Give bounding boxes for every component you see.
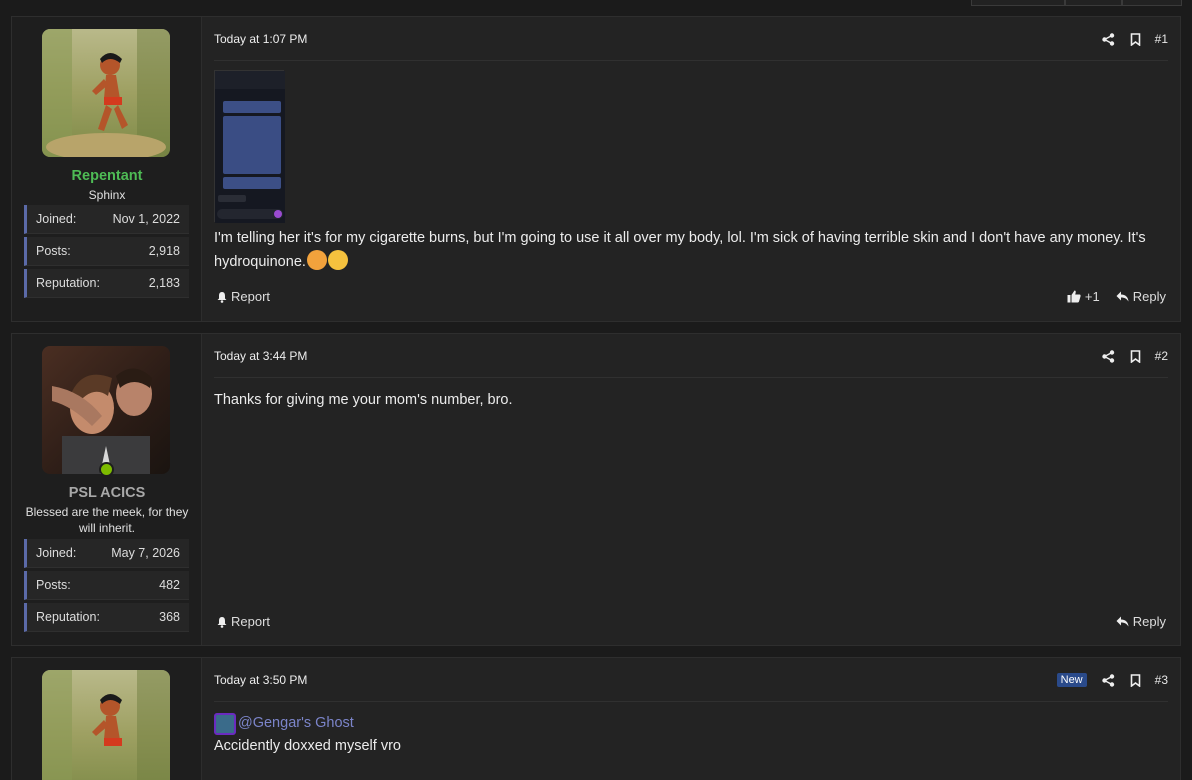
reply-label: Reply bbox=[1132, 289, 1166, 304]
toolbar-button[interactable] bbox=[1122, 0, 1182, 6]
post-date[interactable]: Today at 3:50 PM bbox=[214, 673, 307, 687]
post-user-panel bbox=[12, 658, 202, 780]
post-text: Thanks for giving me your mom's number, … bbox=[214, 392, 513, 408]
avatar[interactable] bbox=[42, 346, 170, 474]
reply-button[interactable]: Reply bbox=[1116, 614, 1166, 629]
divider bbox=[214, 377, 1168, 378]
post-actions: +1 Reply bbox=[1067, 289, 1166, 304]
user-stat-joined: Joined: Nov 1, 2022 bbox=[24, 205, 189, 234]
report-label: Report bbox=[231, 289, 271, 304]
toolbar-button[interactable] bbox=[1065, 0, 1122, 6]
thumbs-up-icon bbox=[1067, 290, 1081, 303]
report-label: Report bbox=[231, 614, 271, 629]
bookmark-icon[interactable] bbox=[1128, 349, 1143, 364]
attachment-thumbnail[interactable] bbox=[214, 70, 285, 223]
post-body: @Gengar's Ghost Accidently doxxed myself… bbox=[214, 712, 1168, 758]
post-tools: #1 bbox=[1101, 30, 1168, 48]
phone-screenshot-image bbox=[215, 71, 285, 223]
stat-value[interactable]: 482 bbox=[159, 578, 180, 592]
avatar[interactable] bbox=[42, 670, 170, 780]
like-button[interactable]: +1 bbox=[1067, 289, 1100, 304]
top-toolbar-strip bbox=[0, 0, 1192, 6]
user-title: Sphinx bbox=[88, 188, 126, 202]
stat-label: Posts: bbox=[36, 578, 71, 592]
post-body: I'm telling her it's for my cigarette bu… bbox=[214, 227, 1168, 274]
post-main: Today at 3:50 PM New #3 @Gengar's Ghost … bbox=[202, 658, 1180, 780]
divider bbox=[214, 60, 1168, 61]
post-text: Accidently doxxed myself vro bbox=[214, 738, 401, 754]
reply-button[interactable]: Reply bbox=[1116, 289, 1166, 304]
report-button[interactable]: Report bbox=[216, 614, 270, 629]
stat-label: Joined: bbox=[36, 212, 77, 226]
share-icon[interactable] bbox=[1101, 32, 1116, 47]
post-body: Thanks for giving me your mom's number, … bbox=[214, 389, 1168, 412]
stat-value: May 7, 2026 bbox=[111, 546, 180, 560]
post-number-link[interactable]: #1 bbox=[1155, 32, 1168, 46]
avatar[interactable] bbox=[42, 29, 170, 157]
post-user-panel: PSL ACICS Blessed are the meek, for they… bbox=[12, 334, 202, 645]
post-date[interactable]: Today at 1:07 PM bbox=[214, 32, 307, 46]
stat-label: Joined: bbox=[36, 546, 77, 560]
stat-value: 368 bbox=[159, 610, 180, 624]
toolbar-button[interactable] bbox=[971, 0, 1065, 6]
post-2: PSL ACICS Blessed are the meek, for they… bbox=[11, 333, 1181, 646]
stat-label: Reputation: bbox=[36, 610, 100, 624]
avatar-image-movie-still bbox=[42, 346, 170, 474]
stat-label: Posts: bbox=[36, 244, 71, 258]
post-3: Today at 3:50 PM New #3 @Gengar's Ghost … bbox=[11, 657, 1181, 780]
reaction-count[interactable]: +1 bbox=[1085, 289, 1100, 304]
user-stat-posts: Posts: 2,918 bbox=[24, 237, 189, 266]
post-main: Today at 3:44 PM #2 Thanks for giving me… bbox=[202, 334, 1180, 645]
username[interactable]: Repentant bbox=[12, 168, 202, 184]
divider bbox=[214, 701, 1168, 702]
user-mention[interactable]: @Gengar's Ghost bbox=[214, 712, 1168, 735]
stat-value: 2,183 bbox=[148, 276, 180, 290]
avatar-image-jungle-boy bbox=[42, 29, 170, 157]
new-badge: New bbox=[1056, 673, 1087, 687]
user-stat-joined: Joined: May 7, 2026 bbox=[24, 539, 189, 568]
post-tools: New #3 bbox=[1056, 671, 1168, 689]
bookmark-icon[interactable] bbox=[1128, 32, 1143, 47]
stat-value: Nov 1, 2022 bbox=[112, 212, 180, 226]
post-number-link[interactable]: #2 bbox=[1155, 349, 1168, 363]
user-title: Blessed are the meek, for they will inhe… bbox=[25, 505, 189, 535]
post-tools: #2 bbox=[1101, 347, 1168, 365]
post-user-panel: Repentant Sphinx Joined: Nov 1, 2022 Pos… bbox=[12, 17, 202, 321]
bell-icon bbox=[217, 291, 227, 303]
user-stat-reputation: Reputation: 2,183 bbox=[24, 269, 189, 298]
share-icon[interactable] bbox=[1101, 349, 1116, 364]
post-1: Repentant Sphinx Joined: Nov 1, 2022 Pos… bbox=[11, 16, 1181, 322]
crying-laughing-emoji-icon bbox=[327, 250, 348, 270]
reply-icon bbox=[1116, 291, 1129, 302]
stat-label: Reputation: bbox=[36, 276, 100, 290]
mention-link[interactable]: @Gengar's Ghost bbox=[238, 712, 354, 735]
mention-avatar bbox=[214, 712, 236, 735]
post-number-link[interactable]: #3 bbox=[1155, 673, 1168, 687]
post-date[interactable]: Today at 3:44 PM bbox=[214, 349, 307, 363]
post-actions: Reply bbox=[1116, 614, 1166, 629]
post-text: I'm telling her it's for my cigarette bu… bbox=[214, 230, 1146, 270]
post-main: Today at 1:07 PM #1 I'm telling her it's… bbox=[202, 17, 1180, 321]
reply-icon bbox=[1116, 616, 1129, 627]
grimace-emoji-icon bbox=[306, 250, 327, 270]
username[interactable]: PSL ACICS bbox=[12, 485, 202, 501]
stat-value[interactable]: 2,918 bbox=[149, 244, 180, 258]
bookmark-icon[interactable] bbox=[1128, 673, 1143, 688]
user-stat-reputation: Reputation: 368 bbox=[24, 603, 189, 632]
online-status-indicator bbox=[99, 462, 114, 477]
share-icon[interactable] bbox=[1101, 673, 1116, 688]
avatar-image-jungle-boy bbox=[42, 670, 170, 780]
user-stat-posts: Posts: 482 bbox=[24, 571, 189, 600]
reply-label: Reply bbox=[1132, 614, 1166, 629]
bell-icon bbox=[217, 616, 227, 628]
report-button[interactable]: Report bbox=[216, 289, 270, 304]
